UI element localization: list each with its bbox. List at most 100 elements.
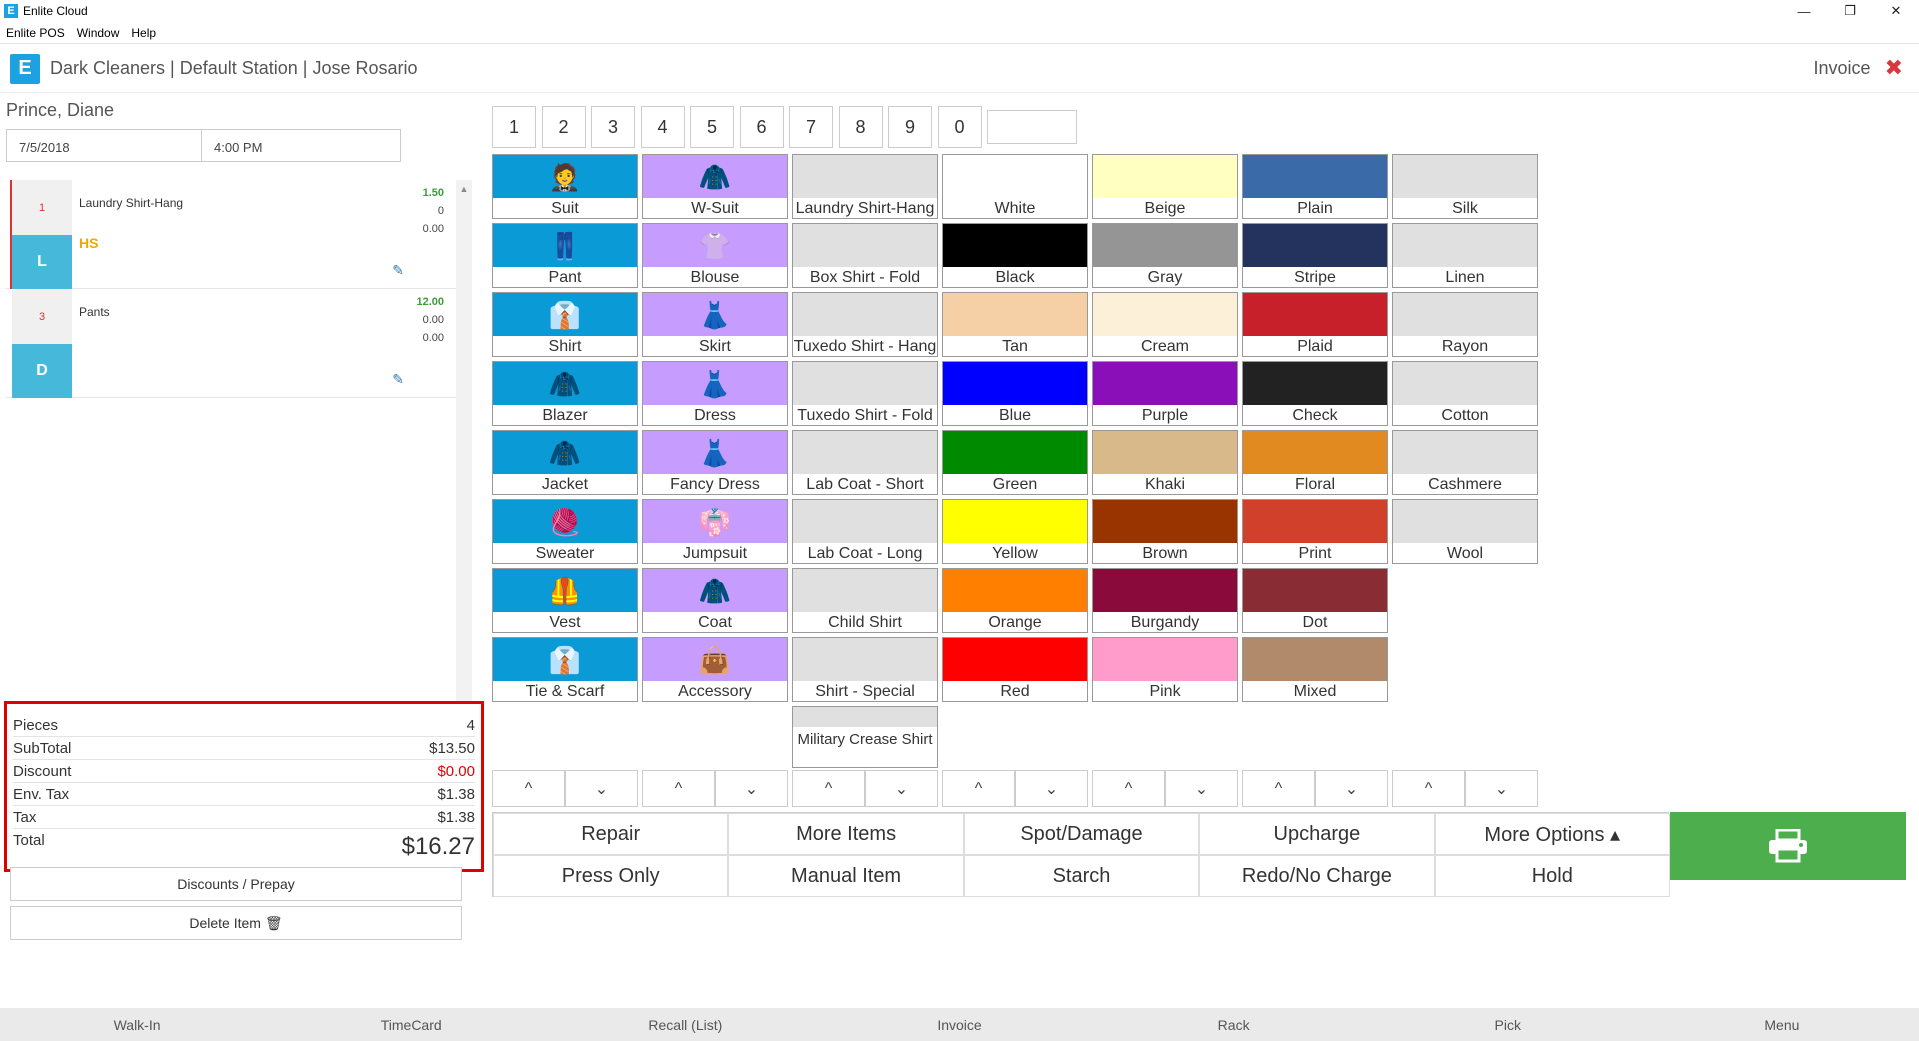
scroll-down-button[interactable]: ⌄ (565, 770, 638, 807)
scroll-up-button[interactable]: ^ (642, 770, 715, 807)
menu-help[interactable]: Help (125, 26, 162, 40)
womens-tile[interactable]: 👚 Blouse (642, 223, 788, 288)
fabrics-tile[interactable]: Linen (1392, 223, 1538, 288)
scroll-down-button[interactable]: ⌄ (1315, 770, 1388, 807)
garments-tile[interactable]: 👔 Shirt (492, 292, 638, 357)
items-scrollbar[interactable]: ▲ (456, 180, 472, 702)
patterns-tile[interactable]: Plaid (1242, 292, 1388, 357)
scroll-down-button[interactable]: ⌄ (865, 770, 938, 807)
garments-tile[interactable]: 🤵 Suit (492, 154, 638, 219)
garments-tile[interactable]: 🦺 Vest (492, 568, 638, 633)
womens-tile[interactable]: 🧥 W-Suit (642, 154, 788, 219)
print-button[interactable] (1670, 812, 1906, 880)
press-only-button[interactable]: Press Only (493, 855, 729, 897)
womens-tile[interactable]: 👗 Skirt (642, 292, 788, 357)
colors-tile[interactable]: Cream (1092, 292, 1238, 357)
scroll-down-button[interactable]: ⌄ (1015, 770, 1088, 807)
more-items-button[interactable]: More Items (728, 813, 964, 855)
numpad-key[interactable]: 6 (739, 106, 784, 148)
colors-tile[interactable]: Khaki (1092, 430, 1238, 495)
colors-tile[interactable]: Black (942, 223, 1088, 288)
garments-tile[interactable]: 👖 Pant (492, 223, 638, 288)
discounts-prepay-button[interactable]: Discounts / Prepay (10, 867, 462, 901)
womens-tile[interactable]: 👜 Accessory (642, 637, 788, 702)
numpad-key[interactable]: 9 (888, 106, 932, 148)
scroll-up-button[interactable]: ^ (1242, 770, 1315, 807)
time-field[interactable]: 4:00 PM (201, 129, 401, 162)
numpad-key[interactable]: 5 (690, 106, 734, 148)
patterns-tile[interactable]: Print (1242, 499, 1388, 564)
scroll-down-button[interactable]: ⌄ (715, 770, 788, 807)
menu-window[interactable]: Window (71, 26, 126, 40)
repair-button[interactable]: Repair (493, 813, 729, 855)
patterns-tile[interactable]: Stripe (1242, 223, 1388, 288)
shirts-tile[interactable]: Tuxedo Shirt - Hang (792, 292, 938, 357)
shirts-tile[interactable]: Laundry Shirt-Hang (792, 154, 938, 219)
scroll-up-button[interactable]: ^ (792, 770, 865, 807)
nav-recall-list[interactable]: Recall (List) (548, 1008, 822, 1041)
nav-timecard[interactable]: TimeCard (274, 1008, 548, 1041)
womens-tile[interactable]: 🧥 Coat (642, 568, 788, 633)
colors-tile[interactable]: Red (942, 637, 1088, 702)
colors-tile[interactable]: Burgandy (1092, 568, 1238, 633)
garments-tile[interactable]: 👔 Tie & Scarf (492, 637, 638, 702)
fabrics-tile[interactable]: Cashmere (1392, 430, 1538, 495)
patterns-tile[interactable]: Floral (1242, 430, 1388, 495)
close-invoice-icon[interactable]: ✖ (1885, 55, 1903, 81)
hold-button[interactable]: Hold (1434, 855, 1670, 897)
garments-tile[interactable]: 🧶 Sweater (492, 499, 638, 564)
minimize-button[interactable]: — (1781, 0, 1827, 22)
more-options-button[interactable]: More Options ▴ (1434, 813, 1670, 855)
womens-tile[interactable]: 👗 Fancy Dress (642, 430, 788, 495)
fabrics-tile[interactable]: Wool (1392, 499, 1538, 564)
invoice-item[interactable]: 3 D Pants 12.00 0.00 0.00 ✎ (6, 289, 456, 398)
scroll-down-button[interactable]: ⌄ (1165, 770, 1238, 807)
edit-icon[interactable]: ✎ (392, 371, 404, 388)
colors-tile[interactable]: Pink (1092, 637, 1238, 702)
numpad-key[interactable]: 8 (838, 106, 883, 148)
date-field[interactable]: 7/5/2018 (6, 129, 202, 162)
scroll-up-button[interactable]: ^ (1392, 770, 1465, 807)
colors-tile[interactable]: Beige (1092, 154, 1238, 219)
nav-walk-in[interactable]: Walk-In (0, 1008, 274, 1041)
patterns-tile[interactable]: Mixed (1242, 637, 1388, 702)
fabrics-tile[interactable]: Rayon (1392, 292, 1538, 357)
colors-tile[interactable]: Gray (1092, 223, 1238, 288)
numpad-key[interactable]: 0 (937, 106, 982, 148)
shirts-tile[interactable]: Tuxedo Shirt - Fold (792, 361, 938, 426)
nav-pick[interactable]: Pick (1371, 1008, 1645, 1041)
starch-button[interactable]: Starch (963, 855, 1200, 897)
numpad-key[interactable]: 2 (541, 106, 586, 148)
patterns-tile[interactable]: Dot (1242, 568, 1388, 633)
colors-tile[interactable]: Green (942, 430, 1088, 495)
nav-rack[interactable]: Rack (1097, 1008, 1371, 1041)
shirts-tile[interactable]: Child Shirt (792, 568, 938, 633)
shirts-tile[interactable]: Lab Coat - Long (792, 499, 938, 564)
colors-tile[interactable]: Orange (942, 568, 1088, 633)
colors-tile[interactable]: Brown (1092, 499, 1238, 564)
upcharge-button[interactable]: Upcharge (1199, 813, 1435, 855)
colors-tile[interactable]: Tan (942, 292, 1088, 357)
colors-tile[interactable]: Blue (942, 361, 1088, 426)
numpad-key[interactable]: 3 (591, 106, 635, 148)
invoice-item[interactable]: 1 L Laundry Shirt-Hang 1.50 0 0.00 HS ✎ (6, 180, 456, 289)
colors-tile[interactable]: Purple (1092, 361, 1238, 426)
spot-damage-button[interactable]: Spot/Damage (963, 813, 1200, 855)
colors-tile[interactable]: White (942, 154, 1088, 219)
shirts-tile[interactable]: Shirt - Special (792, 637, 938, 702)
scroll-up-button[interactable]: ^ (1092, 770, 1165, 807)
numpad-key[interactable]: 1 (492, 106, 536, 148)
numpad-key[interactable]: 4 (640, 106, 685, 148)
garments-tile[interactable]: 🧥 Blazer (492, 361, 638, 426)
scroll-up-button[interactable]: ^ (942, 770, 1015, 807)
close-window-button[interactable]: ✕ (1873, 0, 1919, 22)
quantity-input[interactable] (987, 110, 1077, 144)
delete-item-button[interactable]: Delete Item 🗑 (10, 906, 462, 940)
nav-menu[interactable]: Menu (1645, 1008, 1919, 1041)
shirts-tile[interactable]: Box Shirt - Fold (792, 223, 938, 288)
colors-tile[interactable]: Yellow (942, 499, 1088, 564)
garments-tile[interactable]: 🧥 Jacket (492, 430, 638, 495)
patterns-tile[interactable]: Plain (1242, 154, 1388, 219)
redo-no-charge-button[interactable]: Redo/No Charge (1199, 855, 1435, 897)
patterns-tile[interactable]: Check (1242, 361, 1388, 426)
